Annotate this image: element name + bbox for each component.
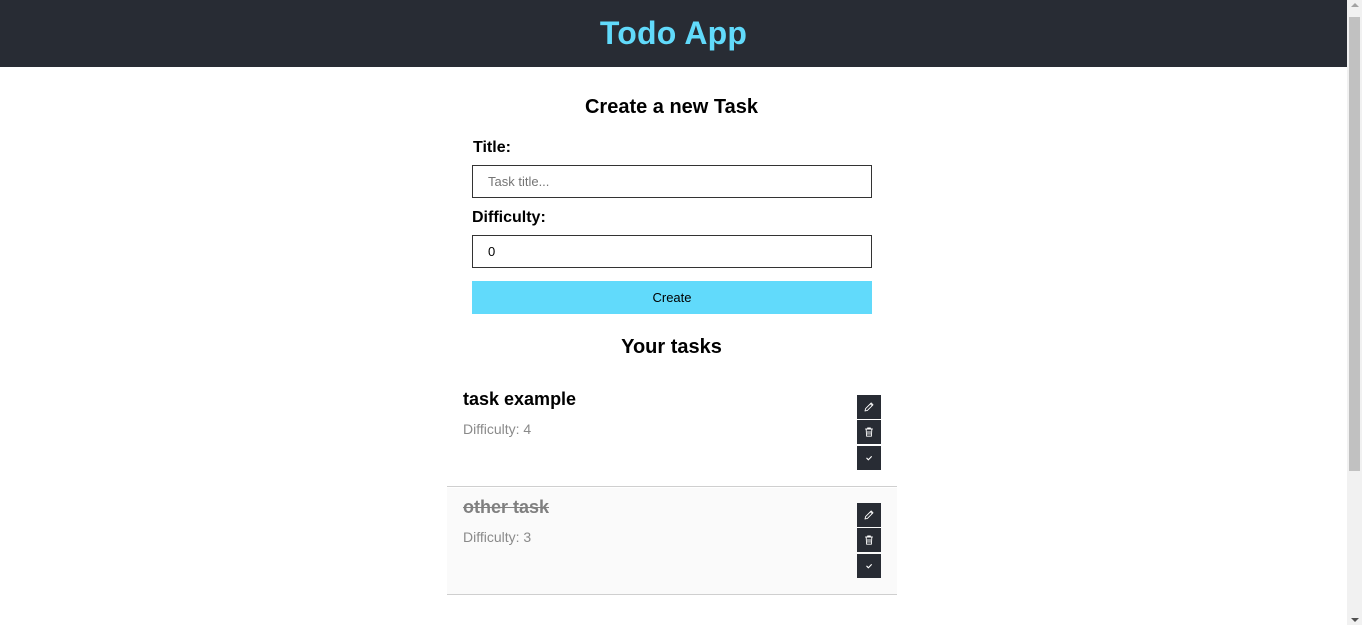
page-scrollbar[interactable] [1347, 0, 1362, 625]
pencil-icon [864, 510, 874, 520]
delete-task-button[interactable] [857, 528, 881, 552]
app-header: Todo App [0, 0, 1347, 67]
scrollbar-thumb[interactable] [1349, 17, 1360, 471]
check-icon [866, 456, 872, 461]
scroll-down-arrow-icon[interactable] [1351, 618, 1359, 622]
task-difficulty: Difficulty: 3 [463, 529, 532, 545]
complete-task-button[interactable] [857, 554, 881, 578]
trash-icon [865, 535, 873, 545]
task-item: task example Difficulty: 4 [447, 380, 897, 487]
task-title: other task [463, 497, 550, 517]
title-input[interactable] [472, 165, 872, 198]
task-difficulty: Difficulty: 4 [463, 421, 532, 437]
edit-task-button[interactable] [857, 503, 881, 527]
create-button[interactable]: Create [472, 281, 872, 314]
edit-task-button[interactable] [857, 395, 881, 419]
delete-task-button[interactable] [857, 420, 881, 444]
task-title: task example [463, 389, 577, 409]
scroll-up-arrow-icon[interactable] [1351, 3, 1359, 7]
your-tasks-heading: Your tasks [621, 336, 722, 358]
trash-icon [865, 427, 873, 437]
title-label: Title: [473, 139, 511, 156]
difficulty-input[interactable] [472, 235, 872, 268]
app-title: Todo App [599, 15, 748, 51]
task-item: other task Difficulty: 3 [447, 488, 897, 595]
app-viewport: Todo App Create a new Task Title: Diffic… [0, 0, 1347, 625]
pencil-icon [864, 402, 874, 412]
difficulty-label: Difficulty: [472, 209, 546, 226]
complete-task-button[interactable] [857, 446, 881, 470]
check-icon [866, 564, 872, 569]
create-task-heading: Create a new Task [584, 96, 759, 118]
